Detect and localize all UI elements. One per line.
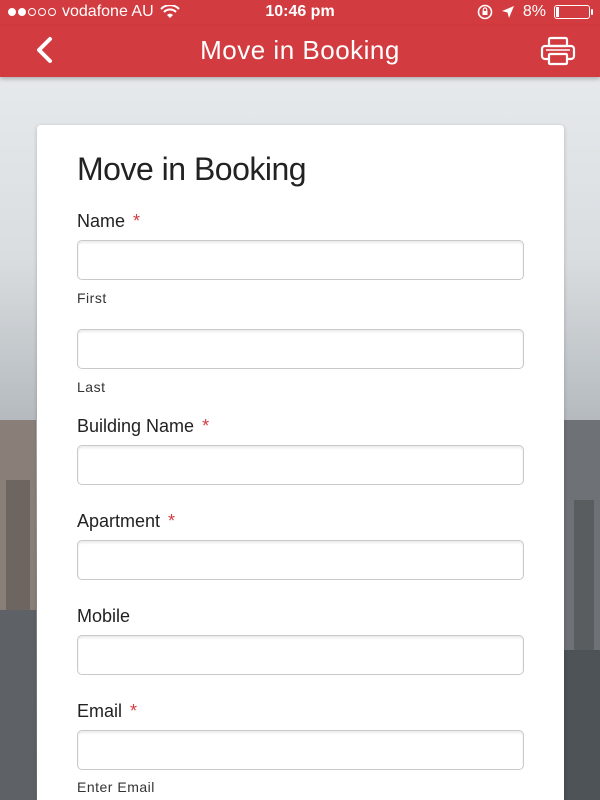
last-name-sublabel: Last (77, 379, 106, 395)
status-right: 8% (477, 3, 593, 21)
mobile-label: Mobile (77, 606, 131, 626)
email-input[interactable] (77, 730, 524, 770)
required-marker: * (130, 701, 138, 721)
battery-level (556, 7, 559, 17)
email-sublabel: Enter Email (77, 779, 155, 795)
form-title: Move in Booking (77, 151, 307, 187)
last-name-input[interactable] (77, 329, 524, 369)
building-name-input[interactable] (77, 445, 524, 485)
printer-icon[interactable] (540, 36, 576, 66)
first-name-sublabel: First (77, 290, 107, 306)
name-label: Name * (77, 211, 140, 232)
battery-icon (554, 5, 593, 19)
booking-form-card: Move in Booking Name * First Last Buildin… (37, 125, 564, 800)
required-marker: * (133, 211, 141, 231)
apartment-label: Apartment * (77, 511, 175, 532)
email-label-text: Email (77, 701, 123, 721)
building-name-label-text: Building Name (77, 416, 195, 436)
email-label: Email * (77, 701, 137, 722)
name-label-text: Name (77, 211, 126, 231)
status-bar: vodafone AU 10:46 pm 8% (0, 0, 600, 26)
building-image (564, 650, 600, 800)
apartment-label-text: Apartment (77, 511, 161, 531)
required-marker: * (202, 416, 210, 436)
mobile-input[interactable] (77, 635, 524, 675)
required-marker: * (168, 511, 176, 531)
navigation-bar: Move in Booking (0, 26, 600, 77)
rotation-lock-icon (477, 4, 493, 20)
battery-percent: 8% (522, 3, 546, 20)
building-image (0, 610, 36, 800)
first-name-input[interactable] (77, 240, 524, 280)
apartment-input[interactable] (77, 540, 524, 580)
building-name-label: Building Name * (77, 416, 209, 437)
location-arrow-icon (501, 6, 514, 18)
page-title: Move in Booking (200, 35, 400, 65)
